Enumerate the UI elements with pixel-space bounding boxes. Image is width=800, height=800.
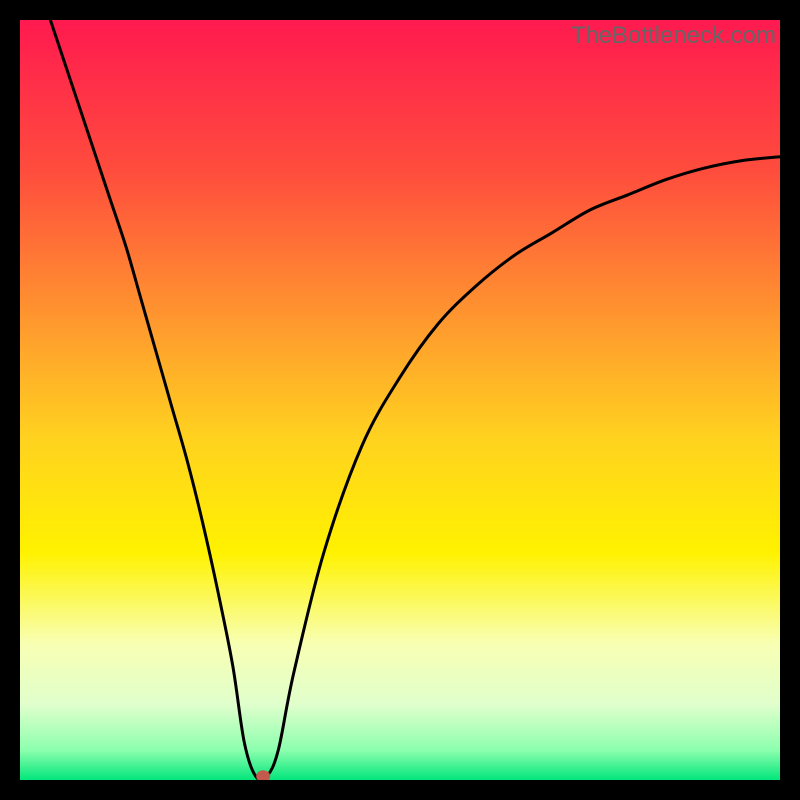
optimum-marker	[256, 770, 270, 780]
plot-area	[20, 20, 780, 780]
bottleneck-curve	[50, 20, 780, 780]
chart-frame: TheBottleneck.com	[20, 20, 780, 780]
watermark-text: TheBottleneck.com	[571, 22, 776, 50]
curve-layer	[20, 20, 780, 780]
